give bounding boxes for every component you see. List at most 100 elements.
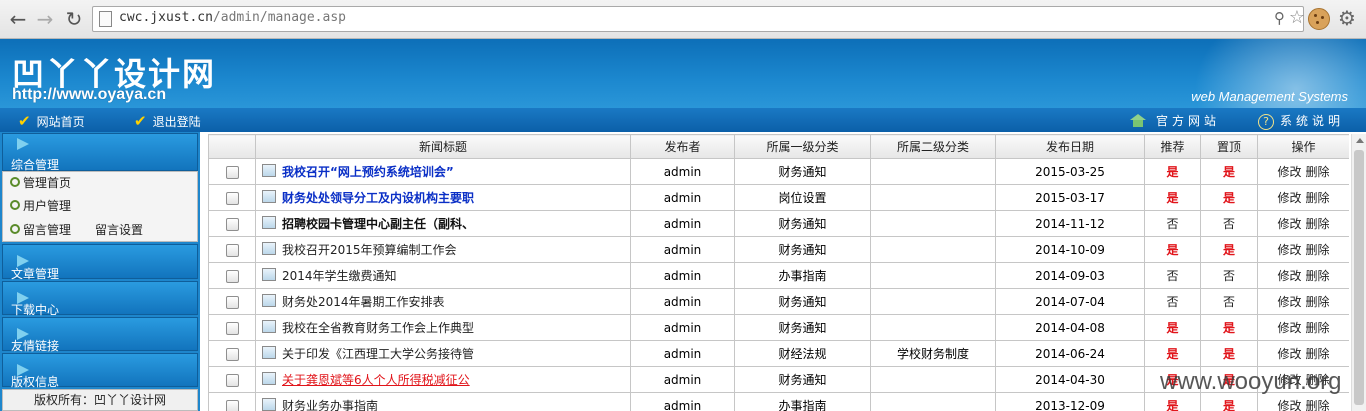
image-icon: [262, 242, 276, 255]
edit-link[interactable]: 修改: [1277, 269, 1301, 283]
delete-link[interactable]: 删除: [1306, 347, 1330, 361]
sidebar-section-articles[interactable]: 文章管理: [2, 244, 198, 281]
row-checkbox[interactable]: [225, 373, 239, 387]
checkmark-icon: ✔: [18, 112, 31, 130]
edit-link[interactable]: 修改: [1277, 165, 1301, 179]
delete-link[interactable]: 删除: [1306, 321, 1330, 335]
row-recommend[interactable]: 是: [1144, 184, 1201, 211]
row-top[interactable]: 是: [1200, 236, 1258, 263]
nav-official-site-link[interactable]: 官方网站: [1130, 112, 1220, 129]
row-checkbox[interactable]: [225, 399, 239, 411]
edit-link[interactable]: 修改: [1277, 399, 1301, 411]
row-checkbox[interactable]: [225, 269, 239, 283]
row-actions: 修改 删除: [1257, 288, 1349, 315]
news-title-link[interactable]: 关于印发《江西理工大学公务接待管: [282, 347, 474, 361]
table-row: 关于印发《江西理工大学公务接待管 admin 财经法规 学校财务制度 2014-06-2…: [208, 340, 1349, 367]
delete-link[interactable]: 删除: [1306, 243, 1330, 257]
news-title-link[interactable]: 我校在全省教育财务工作会上作典型: [282, 321, 474, 335]
reload-icon[interactable]: ↻: [62, 7, 86, 31]
sidebar-section-copyright[interactable]: 版权信息: [2, 353, 198, 389]
nav-system-help-link[interactable]: ? 系统说明: [1258, 112, 1344, 130]
news-title-link[interactable]: 2014年学生缴费通知: [282, 269, 397, 283]
news-title-link[interactable]: 招聘校园卡管理中心副主任（副科、: [282, 217, 474, 231]
scroll-thumb[interactable]: [1354, 150, 1364, 405]
row-recommend[interactable]: 否: [1144, 288, 1201, 315]
url-text[interactable]: cwc.jxust.cn/admin/manage.asp: [119, 10, 346, 25]
row-recommend[interactable]: 是: [1144, 314, 1201, 341]
news-title-link[interactable]: 财务业务办事指南: [282, 399, 378, 411]
row-author: admin: [630, 392, 735, 411]
col-header-actions: 操作: [1257, 134, 1349, 159]
row-checkbox[interactable]: [225, 191, 239, 205]
delete-link[interactable]: 删除: [1306, 269, 1330, 283]
page-icon: [99, 11, 112, 27]
row-category2: [870, 184, 996, 211]
table-header-row: 新闻标题 发布者 所属一级分类 所属二级分类 发布日期 推荐 置顶 操作: [208, 134, 1349, 159]
edit-link[interactable]: 修改: [1277, 347, 1301, 361]
row-title-cell: 关于龚恩斌等6人个人所得税减征公: [255, 366, 631, 393]
row-recommend[interactable]: 是: [1144, 340, 1201, 367]
news-title-link[interactable]: 我校召开2015年预算编制工作会: [282, 243, 457, 257]
back-arrow-icon[interactable]: ←: [6, 7, 30, 31]
sidebar-section-downloads[interactable]: 下载中心: [2, 281, 198, 317]
row-recommend[interactable]: 是: [1144, 236, 1201, 263]
delete-link[interactable]: 删除: [1306, 399, 1330, 411]
submenu-item-admin-home[interactable]: 管理首页: [10, 174, 71, 191]
col-header-author: 发布者: [630, 134, 735, 159]
row-top[interactable]: 否: [1200, 210, 1258, 237]
submenu-item-user-management[interactable]: 用户管理: [10, 197, 71, 214]
news-title-link[interactable]: 财务处处领导分工及内设机构主要职: [282, 191, 474, 205]
row-title-cell: 财务处处领导分工及内设机构主要职: [255, 184, 631, 211]
row-actions: 修改 删除: [1257, 314, 1349, 341]
edit-link[interactable]: 修改: [1277, 217, 1301, 231]
sidebar-section-general[interactable]: 综合管理: [2, 133, 198, 172]
row-recommend[interactable]: 否: [1144, 262, 1201, 289]
key-icon[interactable]: ⚲: [1274, 9, 1285, 27]
row-title-cell: 2014年学生缴费通知: [255, 262, 631, 289]
edit-link[interactable]: 修改: [1277, 321, 1301, 335]
row-checkbox[interactable]: [225, 165, 239, 179]
submenu-item-message-management[interactable]: 留言管理: [10, 221, 71, 238]
sidebar-section-links[interactable]: 友情链接: [2, 317, 198, 353]
row-recommend[interactable]: 是: [1144, 158, 1201, 185]
row-top[interactable]: 否: [1200, 288, 1258, 315]
row-top[interactable]: 是: [1200, 314, 1258, 341]
row-top[interactable]: 是: [1200, 184, 1258, 211]
news-title-link[interactable]: 关于龚恩斌等6人个人所得税减征公: [282, 373, 470, 387]
edit-link[interactable]: 修改: [1277, 191, 1301, 205]
delete-link[interactable]: 删除: [1306, 295, 1330, 309]
scroll-up-arrow-icon[interactable]: [1356, 138, 1364, 143]
edit-link[interactable]: 修改: [1277, 243, 1301, 257]
nav-logout-link[interactable]: ✔ 退出登陆: [134, 112, 201, 130]
edit-link[interactable]: 修改: [1277, 295, 1301, 309]
row-actions: 修改 删除: [1257, 340, 1349, 367]
row-top[interactable]: 是: [1200, 340, 1258, 367]
cookie-icon[interactable]: [1308, 8, 1330, 30]
row-select-cell: [208, 210, 256, 237]
sidebar-submenu: 管理首页 用户管理 留言管理 留言设置: [2, 171, 198, 242]
news-title-link[interactable]: 我校召开“网上预约系统培训会”: [282, 165, 454, 179]
bookmark-star-icon[interactable]: ☆: [1289, 7, 1305, 28]
forward-arrow-icon[interactable]: →: [33, 7, 57, 31]
delete-link[interactable]: 删除: [1306, 165, 1330, 179]
row-checkbox[interactable]: [225, 217, 239, 231]
vertical-scrollbar[interactable]: [1351, 134, 1366, 411]
row-category2: [870, 236, 996, 263]
row-checkbox[interactable]: [225, 243, 239, 257]
row-checkbox[interactable]: [225, 321, 239, 335]
wrench-icon[interactable]: ⚙: [1338, 6, 1356, 30]
address-bar[interactable]: cwc.jxust.cn/admin/manage.asp ⚲ ☆: [92, 6, 1305, 32]
row-title-cell: 我校召开2015年预算编制工作会: [255, 236, 631, 263]
row-recommend[interactable]: 否: [1144, 210, 1201, 237]
row-top[interactable]: 是: [1200, 158, 1258, 185]
delete-link[interactable]: 删除: [1306, 217, 1330, 231]
row-checkbox[interactable]: [225, 295, 239, 309]
row-date: 2014-04-08: [995, 314, 1145, 341]
submenu-item-message-settings[interactable]: 留言设置: [95, 221, 143, 238]
delete-link[interactable]: 删除: [1306, 191, 1330, 205]
news-title-link[interactable]: 财务处2014年暑期工作安排表: [282, 295, 445, 309]
row-checkbox[interactable]: [225, 347, 239, 361]
site-logo-url: http://www.oyaya.cn: [12, 86, 167, 103]
row-top[interactable]: 否: [1200, 262, 1258, 289]
nav-home-link[interactable]: ✔ 网站首页: [18, 112, 85, 130]
